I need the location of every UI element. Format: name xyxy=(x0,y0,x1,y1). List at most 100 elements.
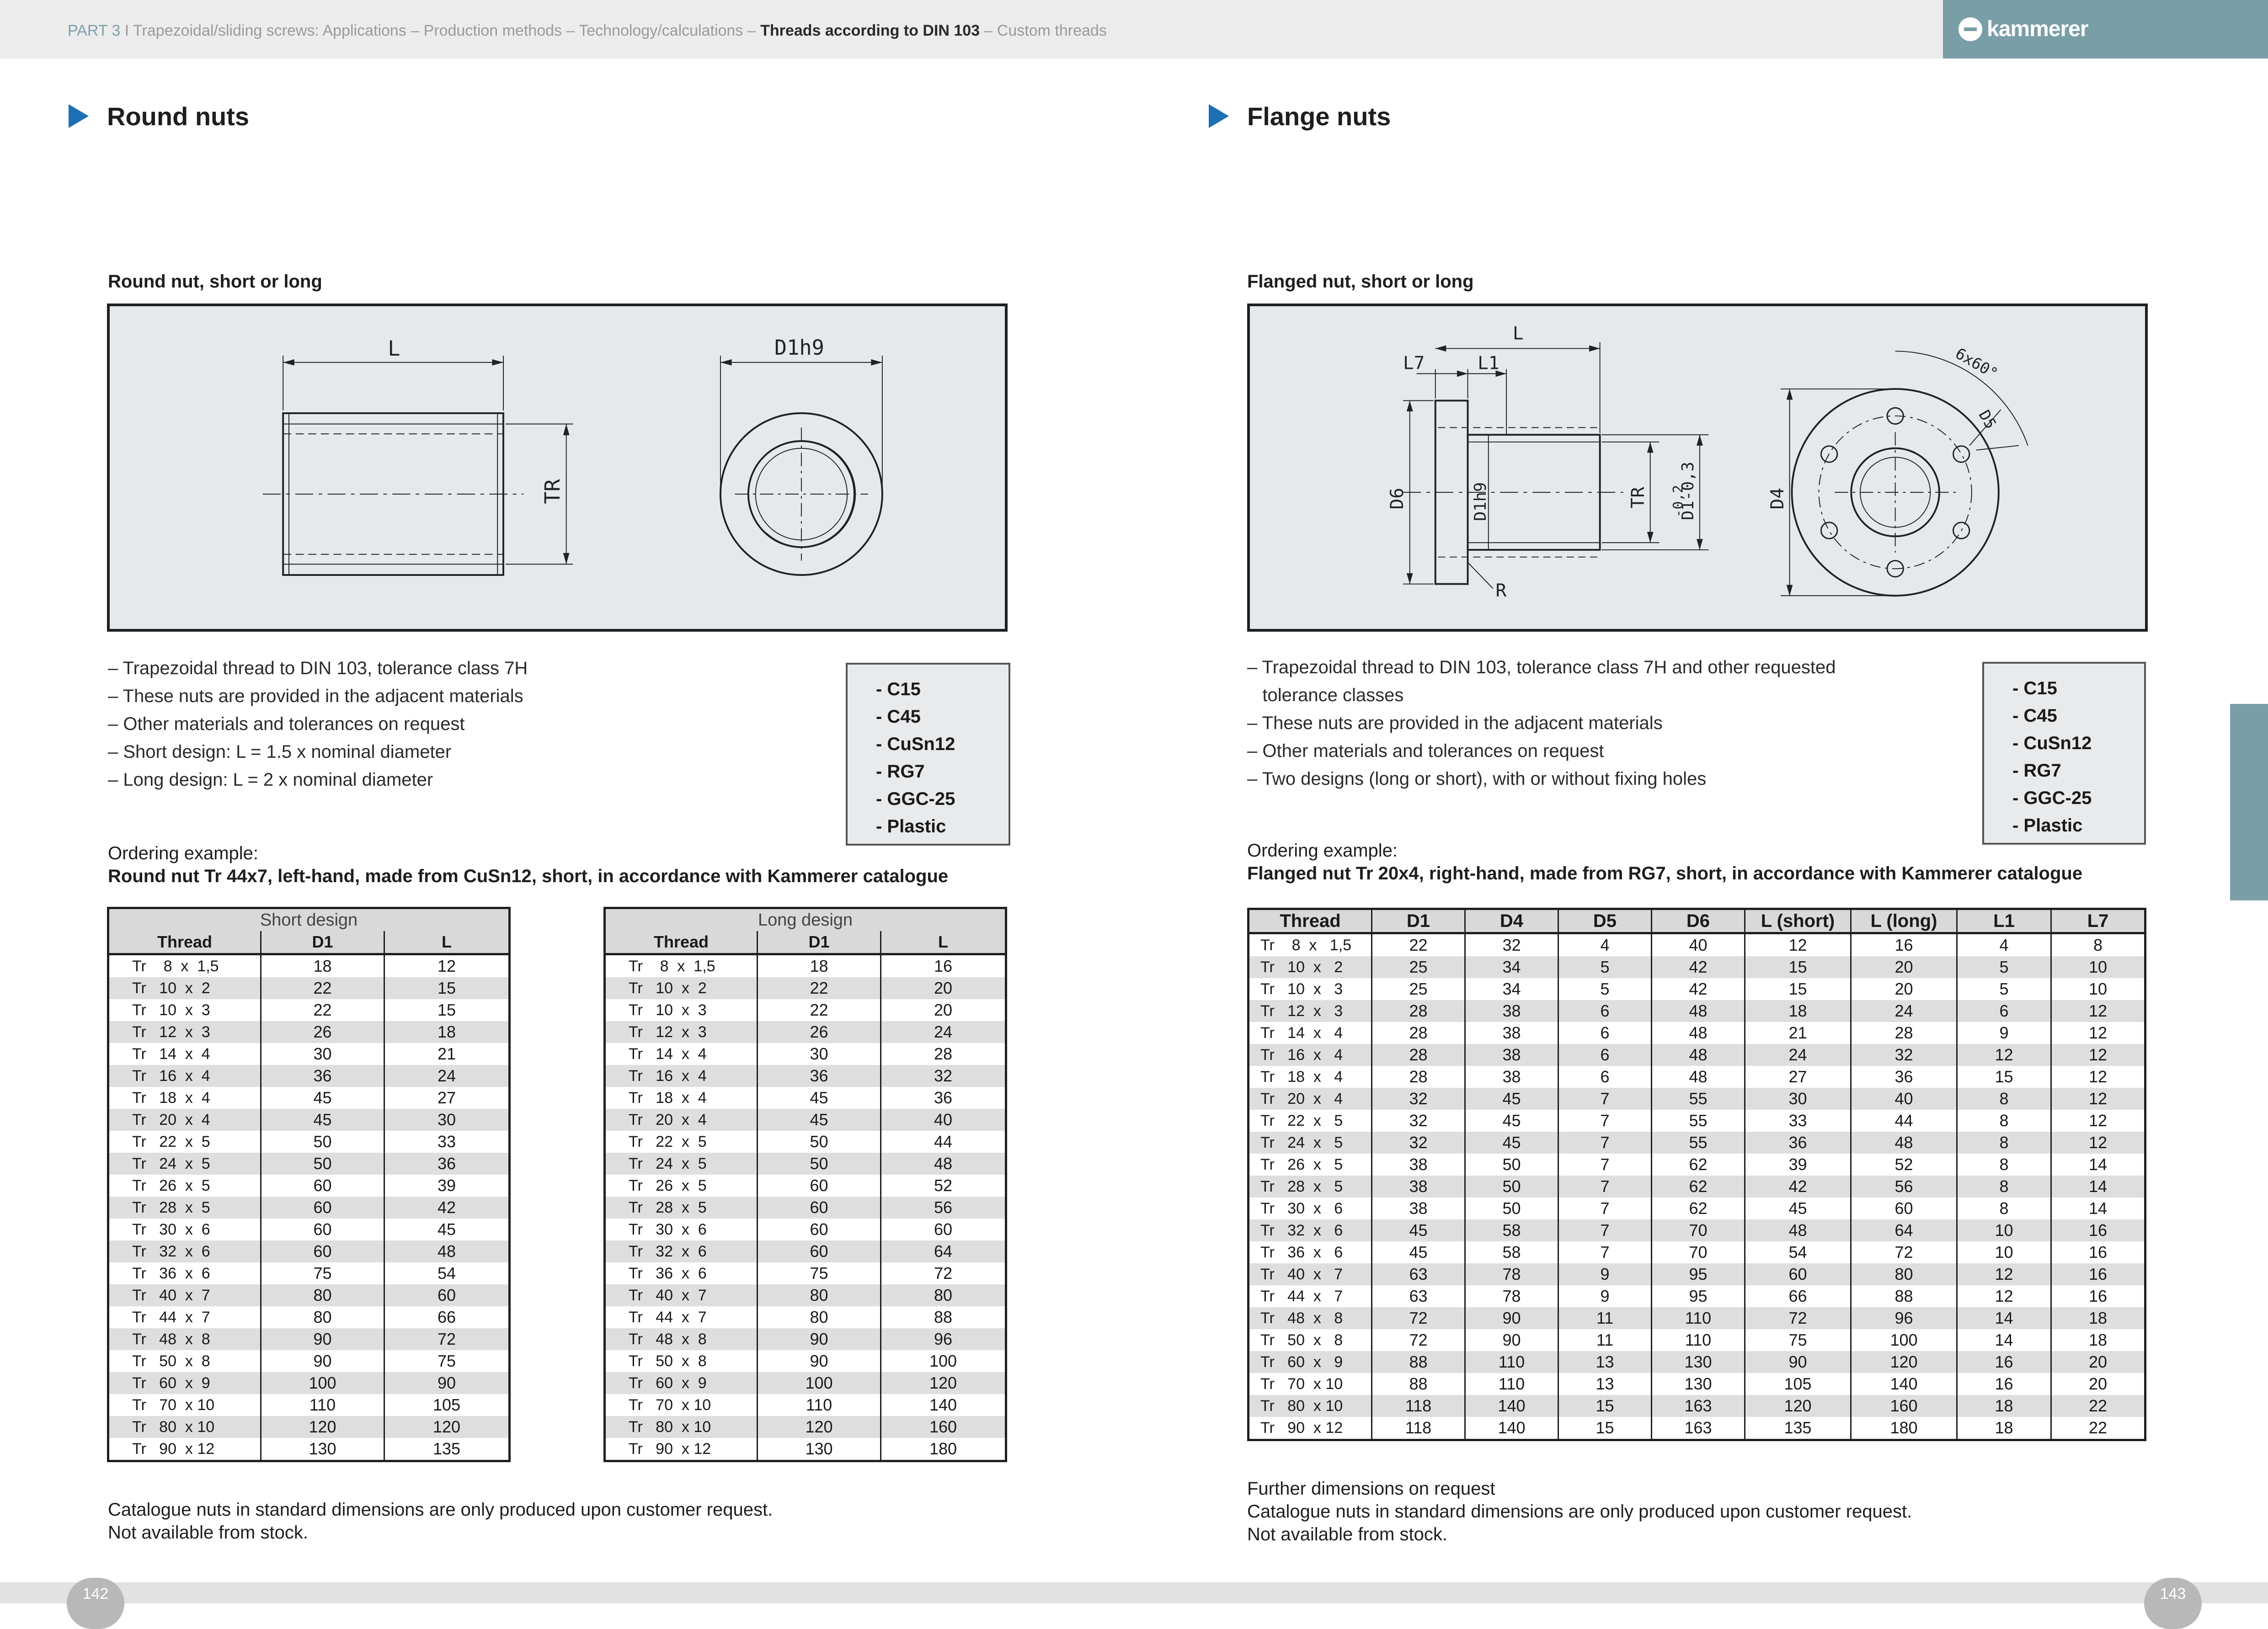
feature-item: – Short design: L = 1.5 x nominal diamet… xyxy=(108,742,452,762)
value-cell: 32 xyxy=(1850,1044,1957,1066)
value-cell: 7 xyxy=(1558,1132,1652,1154)
value-cell: 20 xyxy=(1850,956,1957,978)
thread-cell: Tr 40 x 7 xyxy=(1248,1263,1372,1285)
material-item: - GGC-25 xyxy=(876,789,955,809)
feature-item: – These nuts are provided in the adjacen… xyxy=(1247,713,1663,733)
value-cell: 27 xyxy=(383,1087,510,1109)
value-cell: 7 xyxy=(1558,1176,1652,1198)
thread-cell: Tr 12 x 3 xyxy=(1248,1000,1372,1022)
thread-cell: Tr 48 x 8 xyxy=(1248,1307,1372,1329)
value-cell: 48 xyxy=(1651,1022,1745,1044)
value-cell: 48 xyxy=(383,1240,510,1262)
value-cell: 24 xyxy=(383,1065,510,1087)
round-nut-note: Catalogue nuts in standard dimensions ar… xyxy=(108,1498,773,1544)
value-cell: 14 xyxy=(1956,1307,2051,1329)
value-cell: 28 xyxy=(1850,1022,1957,1044)
thread-cell: Tr 8 x 1,5 xyxy=(1260,937,1352,954)
value-cell: 18 xyxy=(260,954,384,977)
feature-item: – These nuts are provided in the adjacen… xyxy=(108,686,523,706)
ordering-label: Ordering example: xyxy=(108,843,259,863)
value-cell: 10 xyxy=(1956,1219,2051,1241)
value-cell: 140 xyxy=(1464,1417,1558,1440)
round-nut-subtitle: Round nut, short or long xyxy=(108,272,322,292)
value-cell: 30 xyxy=(1744,1088,1851,1110)
table-row: Tr 32 x 6 45 58 7 70 48 64 10 16 xyxy=(1248,1219,2145,1241)
flanged-nut-note: Further dimensions on request Catalogue … xyxy=(1247,1477,1912,1546)
value-cell: 7 xyxy=(1558,1154,1652,1176)
value-cell: 88 xyxy=(1371,1373,1465,1395)
table-row: Tr 8 x 1,5 18 12 xyxy=(108,954,510,977)
section-arrow-icon xyxy=(1209,104,1229,128)
short-design-table: Short design Thread D1 L Tr 8 x 1,5 18 12 T… xyxy=(107,907,511,1462)
value-cell: 80 xyxy=(757,1306,881,1328)
value-cell: 96 xyxy=(1850,1307,1957,1329)
column-header: D4 xyxy=(1464,909,1558,934)
breadcrumb-current: Threads according to DIN 103 xyxy=(760,22,980,39)
value-cell: 70 xyxy=(1651,1241,1745,1263)
value-cell: 16 xyxy=(2050,1263,2145,1285)
note-line: Not available from stock. xyxy=(108,1523,308,1543)
value-cell: 52 xyxy=(1850,1154,1957,1176)
table-row: Tr 36 x 6 75 54 xyxy=(108,1262,510,1284)
value-cell: 50 xyxy=(1464,1198,1558,1219)
drawing-label-D1: D1-0,3 xyxy=(1679,462,1697,520)
value-cell: 6 xyxy=(1558,1000,1652,1022)
value-cell: 18 xyxy=(2050,1307,2145,1329)
note-line: Not available from stock. xyxy=(1247,1524,1447,1544)
value-cell: 38 xyxy=(1371,1176,1465,1198)
value-cell: 40 xyxy=(880,1109,1006,1131)
table-row: Tr 40 x 7 80 80 xyxy=(604,1284,1006,1306)
material-item: - RG7 xyxy=(2012,761,2061,781)
thread-cell: Tr 12 x 3 xyxy=(604,1021,758,1043)
value-cell: 15 xyxy=(383,977,510,999)
value-cell: 62 xyxy=(1651,1154,1745,1176)
value-cell: 16 xyxy=(2050,1285,2145,1307)
value-cell: 60 xyxy=(383,1284,510,1306)
thread-cell: Tr 10 x 2 xyxy=(108,977,261,999)
value-cell: 60 xyxy=(757,1197,881,1219)
value-cell: 50 xyxy=(1464,1176,1558,1198)
value-cell: 90 xyxy=(757,1328,881,1350)
chapter-side-tab xyxy=(2230,704,2268,900)
table-row: Tr 32 x 6 60 48 xyxy=(108,1240,510,1262)
thread-cell: Tr 48 x 8 xyxy=(604,1328,758,1350)
value-cell: 60 xyxy=(757,1219,881,1240)
thread-cell: Tr 22 x 5 xyxy=(1260,1112,1343,1129)
round-nut-ordering-example: Ordering example: Round nut Tr 44x7, lef… xyxy=(108,842,948,888)
section-arrow-icon xyxy=(69,104,89,128)
thread-cell: Tr 10 x 2 xyxy=(1248,956,1372,978)
value-cell: 48 xyxy=(1744,1219,1851,1241)
value-cell: 118 xyxy=(1371,1417,1465,1440)
value-cell: 21 xyxy=(1744,1022,1851,1044)
material-item: - C45 xyxy=(2012,706,2057,726)
section-title-text: Flange nuts xyxy=(1247,102,1391,131)
thread-cell: Tr 90 x 12 xyxy=(1260,1419,1343,1437)
value-cell: 22 xyxy=(2050,1417,2145,1440)
flanged-nut-subtitle: Flanged nut, short or long xyxy=(1247,272,1474,292)
value-cell: 96 xyxy=(880,1328,1006,1350)
flanged-nut-table: Thread D1 D4 D5 D6 L (short) L (long) L1… xyxy=(1247,908,2146,1441)
value-cell: 40 xyxy=(1651,933,1745,956)
drawing-label-D4: D4 xyxy=(1767,488,1788,509)
value-cell: 8 xyxy=(1956,1088,2051,1110)
value-cell: 16 xyxy=(1956,1373,2051,1395)
value-cell: 130 xyxy=(1651,1351,1745,1373)
value-cell: 24 xyxy=(1744,1044,1851,1066)
thread-cell: Tr 28 x 5 xyxy=(604,1197,758,1219)
thread-cell: Tr 14 x 4 xyxy=(629,1045,707,1063)
table-row: Tr 70 x 10 110 140 xyxy=(605,1394,1006,1416)
value-cell: 27 xyxy=(1744,1066,1851,1088)
table-row: Tr 60 x 9 88 110 13 130 90 120 16 20 xyxy=(1248,1351,2145,1373)
value-cell: 180 xyxy=(880,1438,1006,1461)
feature-item: tolerance classes xyxy=(1247,685,1404,705)
thread-cell: Tr 8 x 1,5 xyxy=(132,958,219,975)
value-cell: 75 xyxy=(1744,1329,1851,1351)
table-row: Tr 60 x 9 100 90 xyxy=(108,1372,510,1394)
thread-cell: Tr 44 x 7 xyxy=(629,1309,707,1326)
value-cell: 12 xyxy=(1956,1044,2051,1066)
value-cell: 80 xyxy=(260,1306,384,1328)
column-header: D6 xyxy=(1651,909,1745,934)
value-cell: 58 xyxy=(1464,1219,1558,1241)
table-row: Tr 20 x 4 45 40 xyxy=(604,1109,1006,1131)
value-cell: 12 xyxy=(2050,1044,2145,1066)
